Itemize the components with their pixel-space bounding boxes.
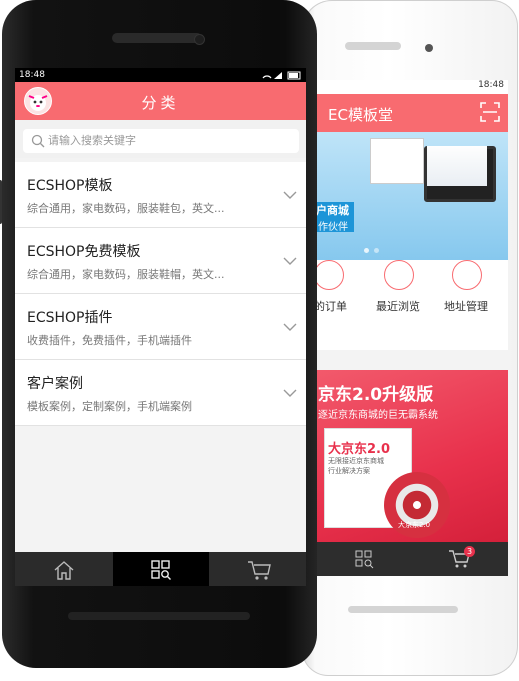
category-title: ECSHOP插件 [27,310,113,326]
shortcut-label-address[interactable]: 地址管理 [444,298,488,314]
category-title: ECSHOP免费模板 [27,244,141,260]
chevron-down-icon[interactable] [283,254,297,268]
ad-box-title: 大京东2.0 [328,442,391,457]
banner-laptop-image [370,138,424,184]
back-status-bar: 18:48 [314,80,508,94]
category-title: ECSHOP模板 [27,178,113,194]
status-bar: 18:48 [15,68,306,82]
banner-dot[interactable] [364,248,369,253]
ad-box-sub1: 无限接近京东商城 [328,457,384,465]
ad-disc-label: 大京东2.0 [398,521,431,529]
category-item[interactable]: 客户案例 模板案例，定制案例，手机端案例 [15,360,306,426]
empty-area [15,426,306,552]
cart-badge: 3 [464,546,475,557]
back-status-time: 18:48 [478,80,504,90]
back-tab-bar [314,542,508,576]
home-icon[interactable] [53,559,75,581]
banner-text-2: 作伙伴 [318,222,348,233]
volume-button [0,180,2,224]
back-app-title: EC模板堂 [328,106,393,124]
chevron-down-icon[interactable] [283,188,297,202]
category-item[interactable]: ECSHOP模板 综合通用，家电数码，服装鞋包，英文... [15,162,306,228]
banner-dot[interactable] [374,248,379,253]
ad-box-sub2: 行业解决方案 [328,467,370,475]
search-icon [31,134,45,148]
category-icon[interactable] [150,559,172,581]
history-icon[interactable] [384,260,414,290]
category-item[interactable]: ECSHOP插件 收费插件，免费插件，手机端插件 [15,294,306,360]
status-icons [262,71,301,80]
category-subtitle: 综合通用，家电数码，服装鞋包，英文... [27,202,225,215]
cart-icon[interactable] [247,559,273,581]
category-subtitle: 收费插件，免费插件，手机端插件 [27,334,192,347]
order-icon[interactable] [314,260,344,290]
search-placeholder: 请输入搜索关键字 [48,134,136,147]
category-subtitle: 模板案例，定制案例，手机端案例 [27,400,192,413]
page-title: 分类 [141,94,180,112]
category-subtitle: 综合通用，家电数码，服装鞋帽，英文... [27,268,225,281]
back-phone-screen: 18:48 EC模板堂 户商城 作伙伴 的订单 最近浏览 地址管理 京东2.0升… [314,80,508,576]
chevron-down-icon[interactable] [283,320,297,334]
back-phone-camera [425,44,433,52]
ad-title: 京东2.0升级版 [318,385,434,405]
front-phone-camera [194,34,205,45]
front-phone-bottom-bar [68,612,250,620]
back-phone-bottom-bar [348,606,458,613]
back-phone-speaker [345,42,401,50]
ad-subtitle: 逐近京东商城的巨无霸系统 [318,410,438,421]
front-phone-screen: 18:48 分类 请输入搜索关键字 ECSHOP模板 综合通用，家电数码，服装鞋… [15,68,306,586]
shortcut-label-history[interactable]: 最近浏览 [376,298,420,314]
category-title: 客户案例 [27,376,83,392]
banner-monitor-screen [427,146,487,186]
category-item[interactable]: ECSHOP免费模板 综合通用，家电数码，服装鞋帽，英文... [15,228,306,294]
location-icon[interactable] [452,260,482,290]
status-time: 18:48 [19,70,45,80]
category-icon[interactable] [354,549,374,569]
shortcut-label-orders[interactable]: 的订单 [314,298,347,314]
back-divider [314,350,508,370]
banner-text-1: 户商城 [316,204,349,217]
scan-icon[interactable] [480,102,500,122]
front-phone-speaker [112,33,202,43]
chevron-down-icon[interactable] [283,386,297,400]
